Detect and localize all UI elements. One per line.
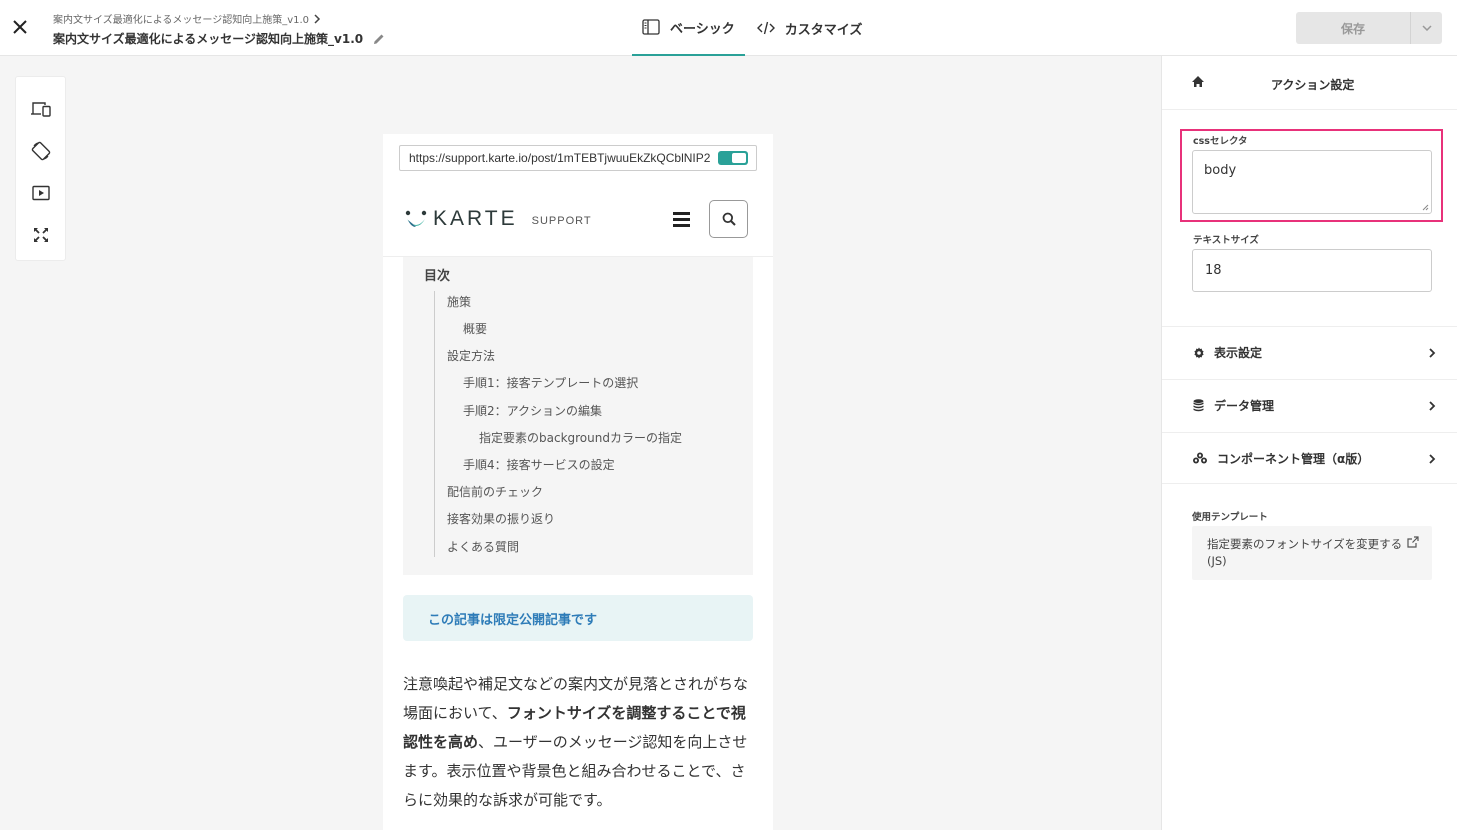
- toc-item[interactable]: よくある質問: [447, 538, 519, 555]
- section-component-management[interactable]: コンポーネント管理（α版）: [1162, 432, 1457, 484]
- toc-item[interactable]: 設定方法: [447, 347, 495, 364]
- home-icon[interactable]: [1191, 75, 1205, 89]
- preview-toggle[interactable]: [718, 151, 748, 165]
- page-title: 案内文サイズ最適化によるメッセージ認知向上施策_v1.0: [53, 30, 385, 47]
- section-display-settings[interactable]: 表示設定: [1162, 326, 1457, 378]
- top-header: 案内文サイズ最適化によるメッセージ認知向上施策_v1.0 案内文サイズ最適化によ…: [0, 0, 1457, 56]
- karte-logo[interactable]: KARTE SUPPORT: [405, 207, 592, 231]
- components-icon: [1192, 452, 1208, 465]
- text-size-label: テキストサイズ: [1193, 235, 1259, 246]
- toc-item[interactable]: 手順4：接客サービスの設定: [463, 456, 615, 473]
- preview-url-bar[interactable]: https://support.karte.io/post/1mTEBTjwuu…: [399, 145, 757, 171]
- template-name: 指定要素のフォントサイズを変更する(JS): [1207, 537, 1403, 568]
- preview-url: https://support.karte.io/post/1mTEBTjwuu…: [409, 151, 711, 165]
- breadcrumb[interactable]: 案内文サイズ最適化によるメッセージ認知向上施策_v1.0: [53, 11, 321, 26]
- database-icon: [1192, 399, 1205, 412]
- toc-item[interactable]: 指定要素のbackgroundカラーの指定: [479, 429, 682, 446]
- play-button[interactable]: [30, 182, 52, 204]
- toc-item[interactable]: 配信前のチェック: [447, 483, 543, 500]
- preview-toolbar: [15, 76, 66, 261]
- support-logo-text: SUPPORT: [531, 214, 592, 227]
- hamburger-menu-icon[interactable]: [673, 212, 690, 227]
- panel-title: アクション設定: [1271, 78, 1355, 92]
- restricted-notice: この記事は限定公開記事です: [403, 595, 753, 641]
- preview-frame: https://support.karte.io/post/1mTEBTjwuu…: [383, 134, 773, 830]
- section-data-label: データ管理: [1214, 399, 1275, 413]
- template-label: 使用テンプレート: [1192, 512, 1268, 523]
- css-selector-input[interactable]: body: [1192, 150, 1432, 214]
- toc-item[interactable]: 施策: [447, 293, 471, 310]
- device-switch-button[interactable]: [30, 98, 52, 120]
- karte-logo-icon: [405, 210, 427, 227]
- toc-item[interactable]: 概要: [463, 320, 487, 337]
- section-display-label: 表示設定: [1214, 346, 1263, 360]
- fullscreen-icon: [34, 228, 48, 242]
- breadcrumb-label: 案内文サイズ最適化によるメッセージ認知向上施策_v1.0: [53, 15, 310, 26]
- chevron-right-icon: [1429, 401, 1436, 411]
- chevron-down-icon: [1421, 25, 1432, 31]
- device-switch-icon: [31, 102, 51, 117]
- table-of-contents: 目次 施策 概要 設定方法 手順1：接客テンプレートの選択 手順2：アクションの…: [403, 257, 753, 575]
- css-selector-value: body: [1204, 163, 1237, 178]
- site-search-button[interactable]: [709, 200, 748, 238]
- text-size-input[interactable]: 18: [1192, 249, 1432, 292]
- save-button-group: 保存: [1296, 12, 1442, 44]
- article-body: 注意喚起や補足文などの案内文が見落とされがちな場面において、フォントサイズを調整…: [403, 670, 753, 815]
- pencil-icon[interactable]: [373, 33, 385, 45]
- panel-layout-icon: [642, 19, 660, 35]
- close-icon[interactable]: [10, 17, 30, 37]
- site-header: KARTE SUPPORT: [383, 182, 773, 257]
- text-size-value: 18: [1205, 263, 1222, 278]
- fullscreen-button[interactable]: [30, 224, 52, 246]
- css-selector-label: cssセレクタ: [1193, 136, 1248, 147]
- chevron-right-icon: [1429, 454, 1436, 464]
- toc-title: 目次: [424, 269, 451, 284]
- settings-panel: アクション設定 cssセレクタ body テキストサイズ 18 表示設定 データ…: [1161, 56, 1457, 830]
- toc-divider: [434, 291, 435, 557]
- save-options-button[interactable]: [1411, 12, 1442, 44]
- section-component-label: コンポーネント管理（α版）: [1217, 451, 1370, 466]
- external-link-icon: [1407, 536, 1419, 548]
- tab-customize-label: カスタマイズ: [784, 22, 863, 38]
- code-icon: [756, 21, 775, 35]
- tab-customize[interactable]: カスタマイズ: [747, 0, 873, 56]
- tab-basic-label: ベーシック: [670, 21, 735, 37]
- karte-logo-text: KARTE: [433, 207, 518, 230]
- save-button[interactable]: 保存: [1296, 12, 1411, 44]
- chevron-right-icon: [1429, 348, 1436, 358]
- template-link[interactable]: 指定要素のフォントサイズを変更する(JS): [1192, 526, 1432, 580]
- page-title-text: 案内文サイズ最適化によるメッセージ認知向上施策_v1.0: [53, 32, 364, 46]
- chevron-right-icon: [314, 13, 321, 24]
- rotate-icon: [31, 141, 51, 161]
- toc-item[interactable]: 手順2：アクションの編集: [463, 402, 602, 419]
- gear-icon: [1192, 346, 1205, 359]
- play-icon: [32, 185, 50, 201]
- mode-tabs: ベーシック カスタマイズ: [632, 0, 872, 56]
- search-icon: [722, 212, 736, 226]
- tab-basic[interactable]: ベーシック: [632, 0, 745, 56]
- panel-header: アクション設定: [1162, 56, 1457, 110]
- toc-item[interactable]: 接客効果の振り返り: [447, 510, 555, 527]
- toc-item[interactable]: 手順1：接客テンプレートの選択: [463, 374, 638, 391]
- section-data-management[interactable]: データ管理: [1162, 379, 1457, 431]
- rotate-button[interactable]: [30, 140, 52, 162]
- resize-handle-icon[interactable]: [1422, 204, 1429, 211]
